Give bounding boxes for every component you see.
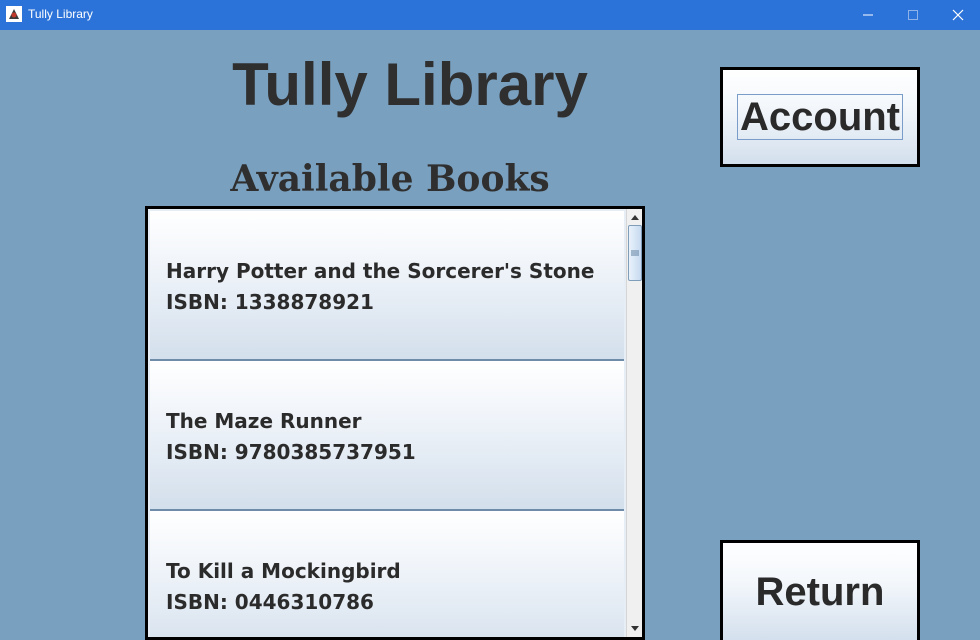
window-titlebar[interactable]: Tully Library (0, 0, 980, 30)
book-info: Harry Potter and the Sorcerer's Stone IS… (166, 256, 594, 318)
app-icon (6, 6, 22, 22)
grip-icon (631, 250, 639, 256)
books-list[interactable]: Harry Potter and the Sorcerer's Stone IS… (145, 206, 645, 640)
window-title: Tully Library (28, 7, 93, 21)
scroll-thumb[interactable] (628, 225, 642, 281)
list-item-book[interactable]: The Maze Runner ISBN: 9780385737951 (150, 361, 624, 511)
books-list-viewport: Harry Potter and the Sorcerer's Stone IS… (150, 211, 626, 637)
maximize-button[interactable] (890, 0, 936, 30)
scroll-up-icon (631, 215, 639, 220)
minimize-icon (863, 14, 873, 16)
book-isbn: ISBN: 0446310786 (166, 590, 374, 614)
close-icon (952, 9, 964, 21)
book-title: The Maze Runner (166, 409, 362, 433)
list-item-book[interactable]: Harry Potter and the Sorcerer's Stone IS… (150, 211, 624, 361)
book-info: To Kill a Mockingbird ISBN: 0446310786 (166, 556, 401, 618)
maximize-icon (908, 10, 918, 20)
scroll-down-button[interactable] (627, 621, 642, 637)
account-button[interactable]: Account (720, 67, 920, 167)
account-button-label: Account (737, 94, 903, 140)
books-list-scrollbar[interactable] (626, 209, 642, 637)
scroll-up-button[interactable] (627, 209, 642, 225)
book-isbn: ISBN: 9780385737951 (166, 440, 416, 464)
book-info: The Maze Runner ISBN: 9780385737951 (166, 406, 416, 468)
return-button[interactable]: Return (720, 540, 920, 640)
main-content: Tully Library Available Books Account Ha… (0, 30, 980, 640)
book-title: Harry Potter and the Sorcerer's Stone (166, 259, 595, 283)
section-title: Available Books (230, 158, 550, 200)
close-button[interactable] (935, 0, 980, 30)
minimize-button[interactable] (845, 0, 891, 30)
book-isbn: ISBN: 1338878921 (166, 290, 374, 314)
list-item-book[interactable]: To Kill a Mockingbird ISBN: 0446310786 (150, 511, 624, 637)
scroll-down-icon (631, 626, 639, 631)
app-title: Tully Library (232, 51, 588, 118)
book-title: To Kill a Mockingbird (166, 559, 401, 583)
return-button-label: Return (755, 570, 885, 614)
